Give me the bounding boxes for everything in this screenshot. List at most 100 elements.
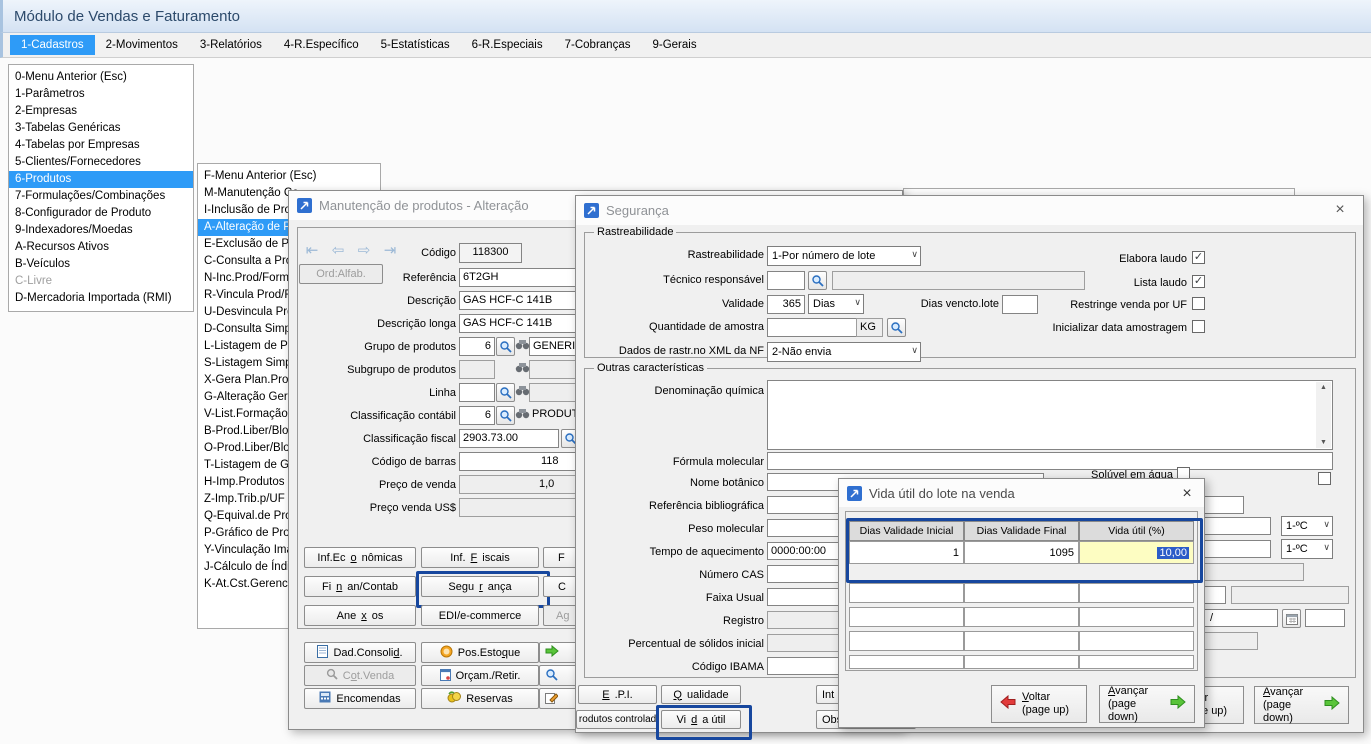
column-header-vida-util[interactable]: Vida útil (%) (1079, 521, 1194, 541)
scroll-up-icon[interactable]: ▲ (1320, 384, 1327, 391)
inicializar-amostragem-checkbox[interactable] (1192, 320, 1205, 333)
empty-cell[interactable] (964, 631, 1079, 651)
menu-tab[interactable]: 2-Movimentos (95, 35, 189, 55)
menu-item[interactable]: D-Mercadoria Importada (RMI) (9, 290, 193, 307)
class-contabil-search-icon[interactable] (496, 406, 515, 425)
class-contabil-field[interactable]: 6 (459, 406, 495, 425)
reservas-button[interactable]: Reservas (421, 688, 539, 709)
calendar-icon[interactable] (1282, 609, 1301, 628)
anexos-button[interactable]: Anexos (304, 605, 416, 626)
empty-cell[interactable] (964, 607, 1079, 627)
shelf-voltar-button[interactable]: Voltar(page up) (991, 685, 1087, 723)
linha-search-icon[interactable] (496, 383, 515, 402)
subgrupo-binoculars-icon[interactable] (515, 362, 530, 373)
menu-tab[interactable]: 1-Cadastros (10, 35, 95, 55)
linha-field[interactable] (459, 383, 495, 402)
qtd-amostra-search-icon[interactable] (887, 318, 906, 337)
denominacao-textarea[interactable]: ▲ ▼ (767, 380, 1333, 450)
shelf-life-dialog-titlebar[interactable]: Vida útil do lote na venda (839, 479, 1204, 507)
validade-unit-select[interactable]: Dias ∨ (808, 294, 864, 314)
menu-tab[interactable]: 3-Relatórios (189, 35, 273, 55)
menu-tab[interactable]: 6-R.Especiais (461, 35, 554, 55)
temp-unit-select-2[interactable]: 1-ºC ∨ (1281, 539, 1333, 559)
rastreabilidade-select[interactable]: 1-Por número de lote ∨ (767, 246, 921, 266)
cas-field[interactable] (767, 565, 845, 583)
tecnico-search-icon[interactable] (808, 271, 827, 290)
column-header-dias-inicial[interactable]: Dias Validade Inicial (849, 521, 964, 541)
seguranca-button[interactable]: Segurança (421, 576, 539, 597)
security-dialog-titlebar[interactable]: Segurança (576, 196, 1363, 225)
grupo-binoculars-icon[interactable] (515, 339, 530, 350)
menu-item[interactable]: A-Recursos Ativos (9, 239, 193, 256)
temp-unit-select-1[interactable]: 1-ºC ∨ (1281, 516, 1333, 536)
menu-item[interactable]: 3-Tabelas Genéricas (9, 120, 193, 137)
cell-dias-final[interactable]: 1095 (964, 541, 1079, 564)
elabora-laudo-checkbox[interactable]: ✓ (1192, 251, 1205, 264)
menu-tab[interactable]: 9-Gerais (641, 35, 707, 55)
cell-dias-inicial[interactable]: 1 (849, 541, 964, 564)
textarea-scrollbar[interactable]: ▲ ▼ (1316, 382, 1331, 448)
tecnico-field[interactable] (767, 271, 805, 290)
empty-cell[interactable] (1079, 607, 1194, 627)
column-header-dias-final[interactable]: Dias Validade Final (964, 521, 1079, 541)
menu-item[interactable]: 2-Empresas (9, 103, 193, 120)
orcam-retir-button[interactable]: Orçam./Retir. (421, 665, 539, 686)
menu-item[interactable]: 4-Tabelas por Empresas (9, 137, 193, 154)
cot-venda-button[interactable]: Cot.Venda (304, 665, 416, 686)
submenu-item[interactable]: F-Menu Anterior (Esc) (198, 168, 380, 185)
grupo-field[interactable]: 6 (459, 337, 495, 356)
class-fiscal-field[interactable]: 2903.73.00 (459, 429, 559, 448)
produtos-controlados-button[interactable]: Produtos controlados (576, 710, 658, 729)
qtd-amostra-field[interactable] (767, 318, 857, 337)
scroll-down-icon[interactable]: ▼ (1320, 439, 1327, 446)
dados-rastr-select[interactable]: 2-Não envia ∨ (767, 342, 921, 362)
qualidade-button[interactable]: Qualidade (661, 685, 741, 704)
date-small-field[interactable] (1305, 609, 1345, 627)
ibama-field[interactable] (767, 657, 845, 675)
inf-fiscais-button[interactable]: Inf.Fiscais (421, 547, 539, 568)
dad-consolid-button[interactable]: Dad.Consolid. (304, 642, 416, 663)
grupo-search-icon[interactable] (496, 337, 515, 356)
edi-ecommerce-button[interactable]: EDI/e-commerce (421, 605, 539, 626)
security-avancar-button[interactable]: Avançar(page down) (1254, 686, 1349, 724)
menu-tab[interactable]: 5-Estatísticas (370, 35, 461, 55)
menu-item[interactable]: 0-Menu Anterior (Esc) (9, 69, 193, 86)
menu-item[interactable]: B-Veículos (9, 256, 193, 273)
menu-item[interactable]: 9-Indexadores/Moedas (9, 222, 193, 239)
cell-vida-util[interactable]: 10,00 (1079, 541, 1194, 564)
linha-binoculars-icon[interactable] (515, 385, 530, 396)
security-close-icon[interactable]: × (1331, 201, 1349, 219)
empty-cell[interactable] (849, 655, 964, 669)
empty-cell[interactable] (964, 583, 1079, 603)
encomendas-button[interactable]: Encomendas (304, 688, 416, 709)
menu-item[interactable]: 5-Clientes/Fornecedores (9, 154, 193, 171)
empty-cell[interactable] (964, 655, 1079, 669)
finan-contab-button[interactable]: Finan/Contab (304, 576, 416, 597)
menu-item[interactable]: 1-Parâmetros (9, 86, 193, 103)
inf-economicas-button[interactable]: Inf.Econômicas (304, 547, 416, 568)
empty-cell[interactable] (1079, 631, 1194, 651)
validade-field[interactable]: 365 (767, 295, 805, 314)
faixa-field[interactable] (767, 588, 845, 606)
menu-item[interactable]: 7-Formulações/Combinações (9, 188, 193, 205)
tempo-field[interactable]: 0000:00:00 (767, 542, 845, 560)
vida-util-button[interactable]: Vida útil (661, 710, 741, 729)
empty-cell[interactable] (849, 631, 964, 651)
epi-button[interactable]: E.P.I. (578, 685, 657, 704)
menu-tab[interactable]: 4-R.Específico (273, 35, 370, 55)
menu-tab[interactable]: 7-Cobranças (554, 35, 642, 55)
lista-laudo-checkbox[interactable]: ✓ (1192, 275, 1205, 288)
menu-item[interactable]: 6-Produtos (9, 171, 193, 188)
empty-cell[interactable] (849, 607, 964, 627)
empty-cell[interactable] (849, 583, 964, 603)
restringe-uf-checkbox[interactable] (1192, 297, 1205, 310)
shelf-life-close-icon[interactable]: × (1178, 485, 1196, 503)
shelf-avancar-button[interactable]: Avançar(page down) (1099, 685, 1195, 723)
empty-cell[interactable] (1079, 583, 1194, 603)
empty-cell[interactable] (1079, 655, 1194, 669)
class-contabil-binoculars-icon[interactable] (515, 408, 530, 419)
pos-estoque-button[interactable]: Pos.Estoque (421, 642, 539, 663)
menu-item[interactable]: C-Livre (9, 273, 193, 290)
agit-checkbox[interactable] (1318, 472, 1331, 485)
menu-item[interactable]: 8-Configurador de Produto (9, 205, 193, 222)
